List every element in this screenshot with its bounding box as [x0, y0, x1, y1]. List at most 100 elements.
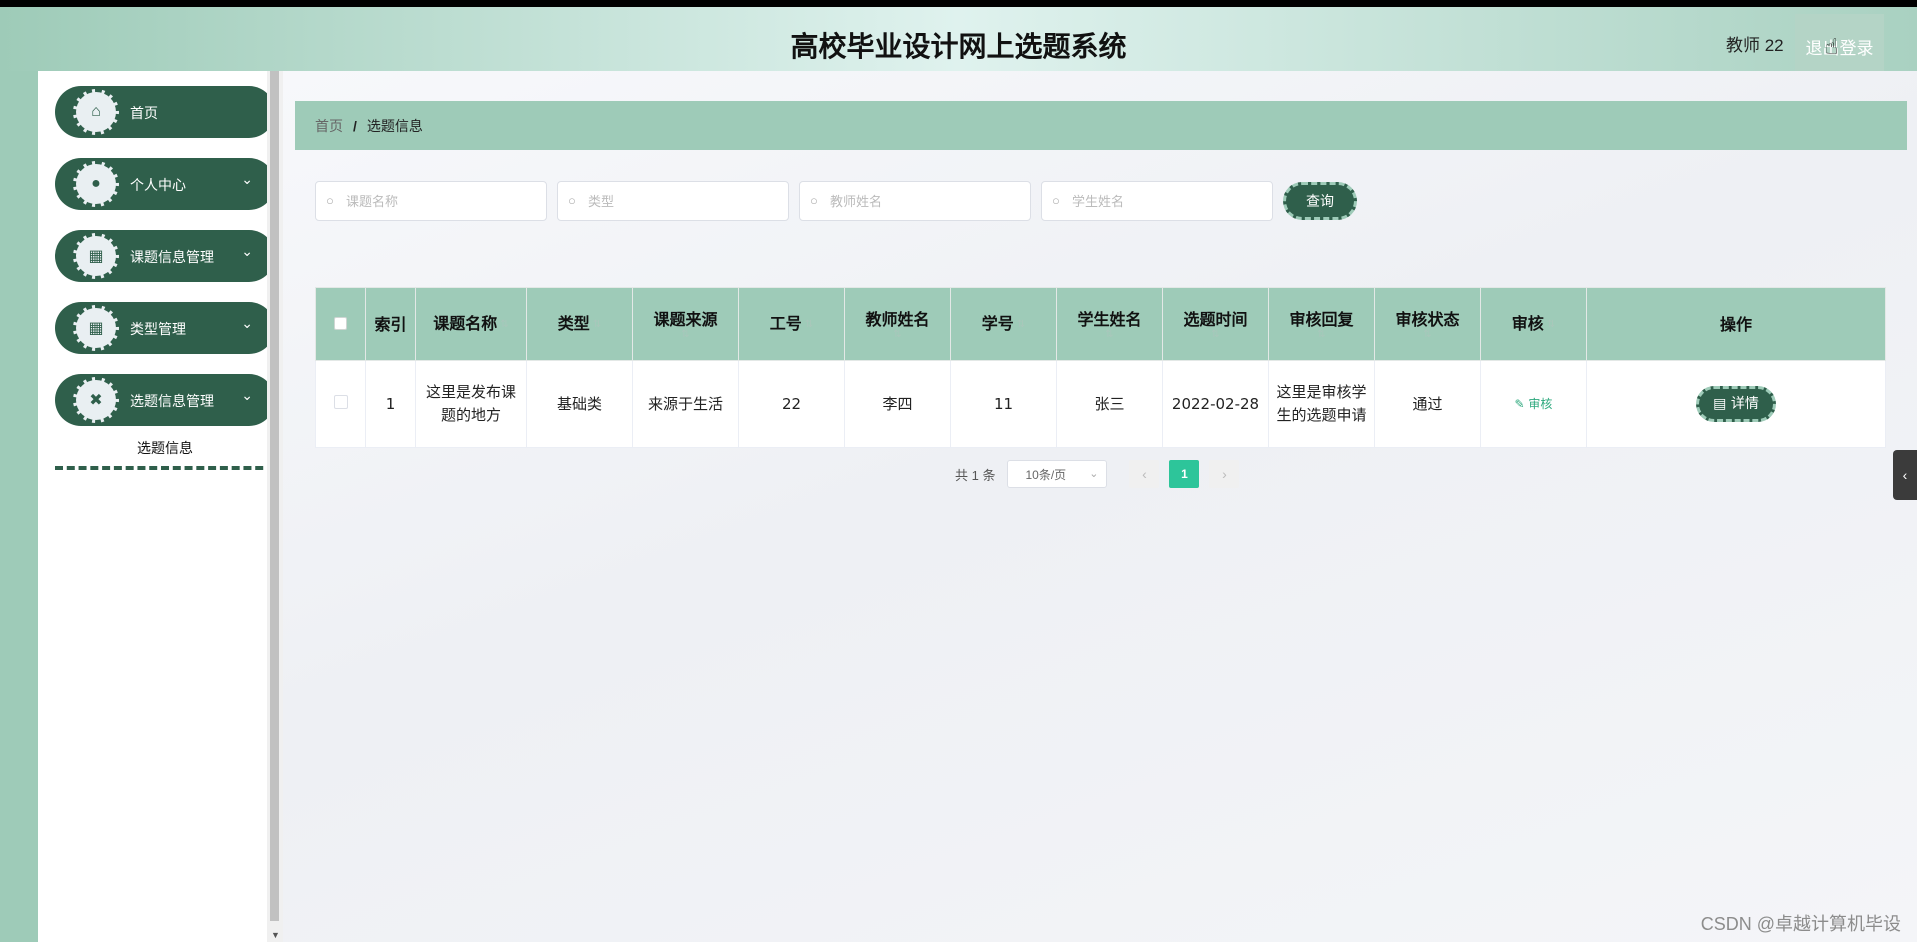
grid-icon: ▦: [73, 305, 119, 351]
user-icon: ●: [73, 161, 119, 207]
scrollbar-thumb[interactable]: [270, 71, 279, 921]
column-header-student-no[interactable]: 学号 ⇅: [950, 287, 1057, 361]
document-icon: ▤: [1713, 395, 1731, 412]
search-icon: ○: [810, 193, 818, 208]
sidebar-item-label: 课题信息管理: [130, 249, 214, 265]
topic-name-search[interactable]: ○: [315, 181, 547, 221]
column-header-reply[interactable]: 审核回复 ⇅: [1268, 287, 1375, 361]
breadcrumb-current: 选题信息: [366, 117, 423, 134]
page-number-current[interactable]: 1: [1169, 460, 1200, 488]
row-select-cell[interactable]: [315, 360, 366, 448]
student-name-input[interactable]: [1072, 190, 1262, 212]
breadcrumb: 首页 / 选题信息: [295, 101, 1907, 150]
column-header-student-name[interactable]: 学生姓名 ⇅: [1056, 287, 1163, 361]
user-label: 教师 22: [1726, 36, 1784, 55]
logout-button[interactable]: 退出登录: [1795, 14, 1884, 78]
sort-icon[interactable]: ⇅: [848, 329, 947, 340]
chevron-down-icon: ⌄: [1089, 468, 1099, 480]
sort-icon[interactable]: ⇅: [805, 319, 813, 330]
cell-source: 来源于生活: [632, 360, 739, 448]
search-icon: ○: [568, 193, 576, 208]
cell-topic: 这里是发布课题的地方: [415, 360, 527, 448]
pagination-total: 共 1 条: [955, 467, 996, 483]
column-header-action: 操作: [1586, 287, 1886, 361]
chevron-down-icon: ⌄: [241, 387, 253, 403]
sort-icon[interactable]: ⇅: [1378, 329, 1477, 340]
cell-review: ✎ 审核: [1480, 360, 1587, 448]
page-size-select[interactable]: 10条/页 ⌄: [1007, 460, 1108, 488]
chevron-down-icon: ⌄: [241, 171, 253, 187]
sidebar-item-label: 个人中心: [130, 177, 186, 193]
sidebar-item-label: 首页: [130, 105, 158, 121]
teacher-name-input[interactable]: [830, 190, 1020, 212]
app-title: 高校毕业设计网上选题系统: [790, 30, 1127, 63]
breadcrumb-separator: /: [353, 117, 357, 134]
sort-icon[interactable]: ⇅: [1166, 329, 1265, 340]
cell-action: ▤ 详情: [1586, 360, 1886, 448]
cell-index: 1: [365, 360, 416, 448]
search-icon: ○: [1052, 193, 1060, 208]
query-button[interactable]: 查询: [1283, 182, 1357, 220]
sort-icon[interactable]: ⇅: [1017, 319, 1025, 330]
cell-type: 基础类: [526, 360, 633, 448]
column-header-type[interactable]: 类型 ⇅: [526, 287, 633, 361]
select-all-cell[interactable]: [315, 287, 366, 361]
header: 高校毕业设计网上选题系统 教师 22 退出登录: [0, 7, 1917, 78]
type-search[interactable]: ○: [557, 181, 789, 221]
hand-cursor-icon: ☝: [1825, 34, 1839, 59]
sidebar-item-personal-center[interactable]: ● 个人中心 ⌄: [55, 158, 275, 210]
sort-icon[interactable]: ⇅: [1547, 319, 1555, 330]
detail-button[interactable]: ▤ 详情: [1696, 386, 1776, 422]
sort-icon[interactable]: ⇅: [1060, 329, 1159, 340]
column-header-teacher-name[interactable]: 教师姓名 ⇅: [844, 287, 951, 361]
row-checkbox[interactable]: [333, 394, 348, 409]
watermark: CSDN @卓越计算机毕设: [1700, 914, 1901, 934]
column-header-topic[interactable]: 课题名称 ⇅: [415, 287, 527, 361]
column-header-time[interactable]: 选题时间 ⇅: [1162, 287, 1269, 361]
select-all-checkbox[interactable]: [334, 316, 347, 330]
main-content: 首页 / 选题信息 ○ ○ ○ ○ 查询 索引 课题名称⇅ 类型⇅ 课题来源⇅ …: [283, 71, 1917, 942]
teacher-name-search[interactable]: ○: [799, 181, 1031, 221]
sidebar-item-label: 类型管理: [130, 321, 186, 337]
sidebar-item-type-management[interactable]: ▦ 类型管理 ⌄: [55, 302, 275, 354]
collapse-panel-toggle[interactable]: ‹: [1893, 450, 1917, 500]
sidebar-scrollbar[interactable]: ▼: [267, 71, 283, 942]
sidebar: ⌂ 首页 ● 个人中心 ⌄ ▦ 课题信息管理 ⌄ ▦ 类型管理 ⌄ ✖ 选题信息…: [38, 71, 275, 942]
column-header-source[interactable]: 课题来源 ⇅: [632, 287, 739, 361]
review-link[interactable]: ✎ 审核: [1515, 397, 1553, 411]
sidebar-subitem-selection-info[interactable]: 选题信息: [55, 430, 275, 470]
edit-icon: ✎: [1514, 397, 1529, 411]
next-page-button[interactable]: ›: [1209, 460, 1240, 488]
cell-time: 2022-02-28: [1162, 360, 1269, 448]
sidebar-item-topic-management[interactable]: ▦ 课题信息管理 ⌄: [55, 230, 275, 282]
grid-icon: ▦: [73, 233, 119, 279]
prev-page-button[interactable]: ‹: [1129, 460, 1160, 488]
column-header-index: 索引: [365, 287, 416, 361]
column-header-review[interactable]: 审核 ⇅: [1480, 287, 1587, 361]
sort-icon[interactable]: ⇅: [1272, 329, 1371, 340]
sidebar-item-label: 选题信息管理: [130, 393, 214, 409]
chevron-down-icon: ⌄: [241, 243, 253, 259]
cell-reply: 这里是审核学生的选题申请: [1268, 360, 1375, 448]
cell-teacher-name: 李四: [844, 360, 951, 448]
sidebar-item-home[interactable]: ⌂ 首页: [55, 86, 275, 138]
sort-icon[interactable]: ⇅: [500, 319, 508, 330]
cell-student-no: 11: [950, 360, 1057, 448]
sidebar-item-selection-management[interactable]: ✖ 选题信息管理 ⌄: [55, 374, 275, 426]
sort-icon[interactable]: ⇅: [636, 329, 735, 340]
cell-student-name: 张三: [1056, 360, 1163, 448]
type-input[interactable]: [588, 190, 778, 212]
sort-icon[interactable]: ⇅: [593, 319, 601, 330]
left-edge-bar: [0, 71, 38, 942]
top-strip: [0, 0, 1917, 7]
cell-teacher-no: 22: [738, 360, 845, 448]
breadcrumb-home[interactable]: 首页: [315, 116, 343, 136]
student-name-search[interactable]: ○: [1041, 181, 1273, 221]
column-header-status[interactable]: 审核状态 ⇅: [1374, 287, 1481, 361]
scroll-down-arrow-icon[interactable]: ▼: [271, 930, 280, 940]
topic-name-input[interactable]: [346, 190, 536, 212]
pagination: 共 1 条 10条/页 ⌄ ‹ 1 ›: [955, 460, 1240, 488]
selection-icon: ✖: [73, 377, 119, 423]
cell-status: 通过: [1374, 360, 1481, 448]
column-header-teacher-no[interactable]: 工号 ⇅: [738, 287, 845, 361]
